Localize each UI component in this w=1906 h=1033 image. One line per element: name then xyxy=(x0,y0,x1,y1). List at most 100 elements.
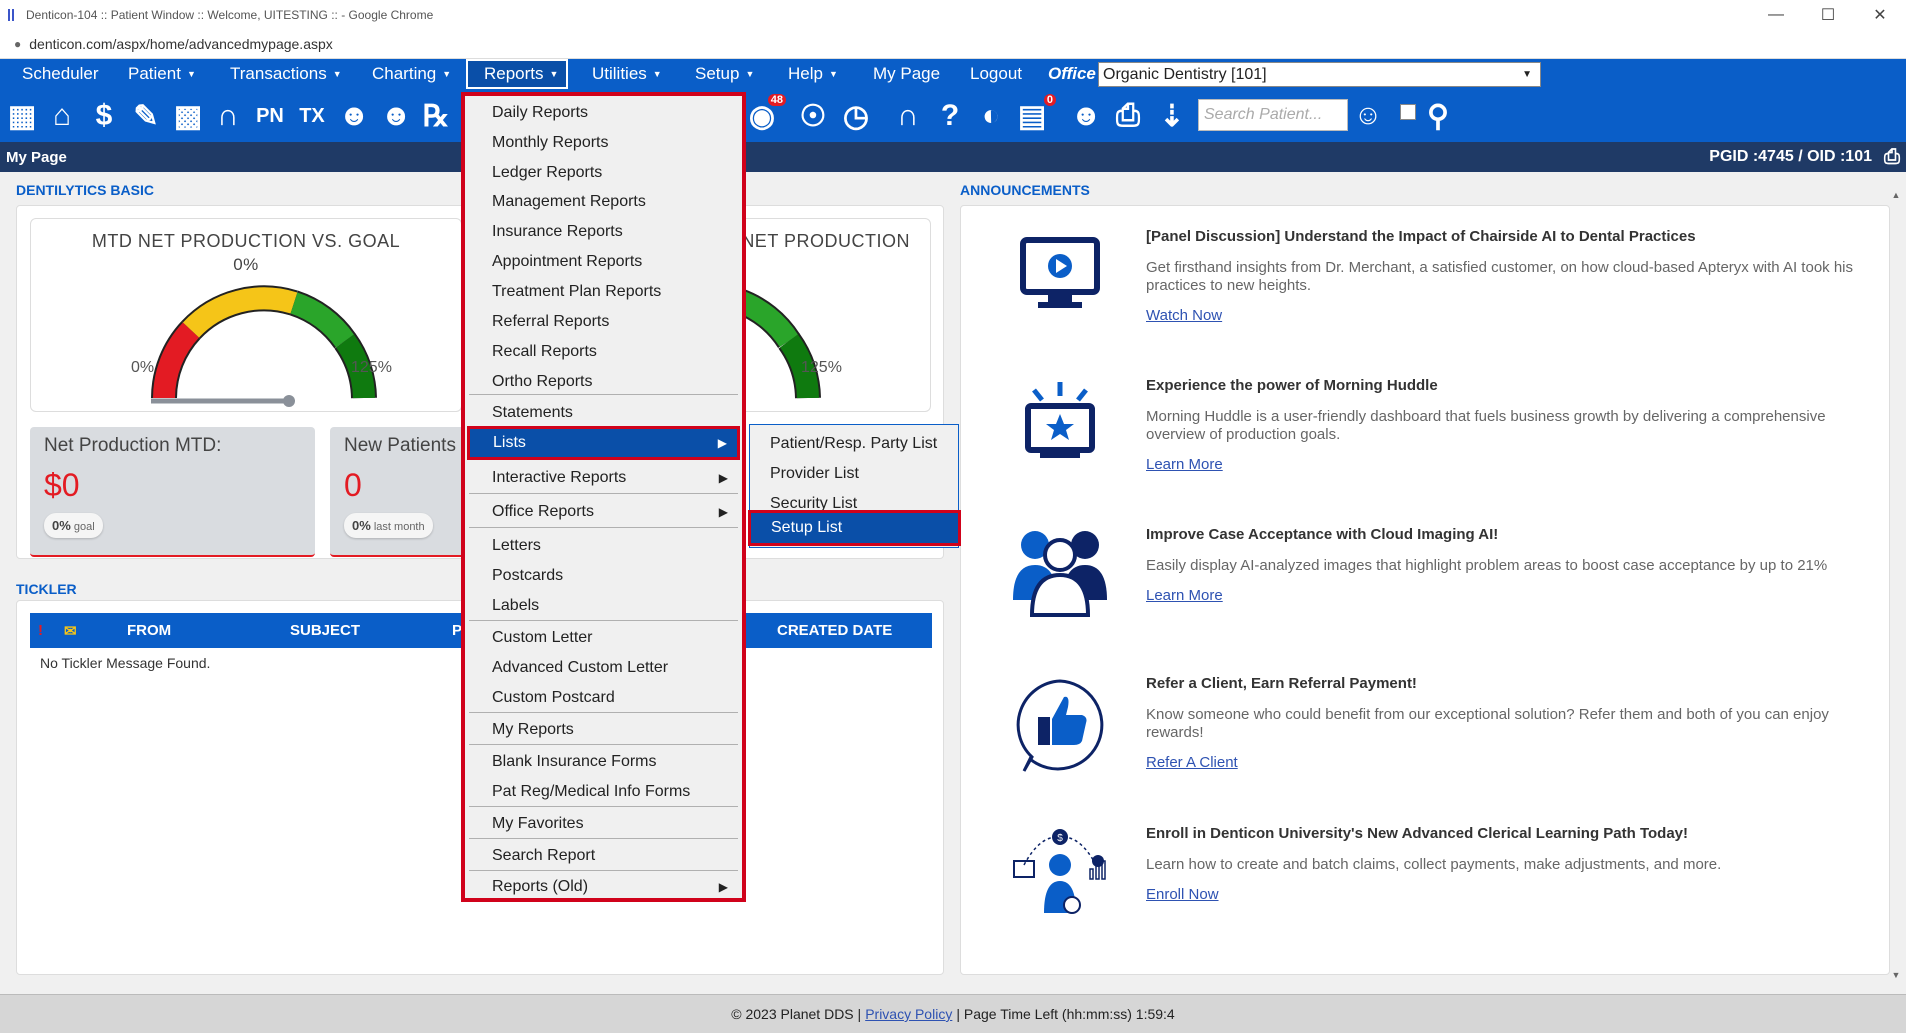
patient-search-icon[interactable]: ☺ xyxy=(1348,97,1388,133)
gauge-min: 0% xyxy=(131,359,155,376)
close-icon[interactable]: ✕ xyxy=(1854,0,1906,30)
scroll-down-icon[interactable]: ▼ xyxy=(1890,970,1902,980)
submenu-item-patient-resp-party-list[interactable]: Patient/Resp. Party List xyxy=(750,429,958,459)
search-patient-input[interactable]: Search Patient... xyxy=(1198,99,1348,131)
menu-scheduler[interactable]: Scheduler xyxy=(22,59,99,89)
menu-item-search-report[interactable]: Search Report xyxy=(469,841,738,871)
edit-icon[interactable]: ✎ xyxy=(128,98,164,134)
chevron-down-box-icon[interactable]: ⇣ xyxy=(1154,98,1190,134)
toolbar-checkbox[interactable] xyxy=(1400,104,1416,120)
menu-item-my-favorites[interactable]: My Favorites xyxy=(469,809,738,839)
add-family-icon[interactable]: ☻ xyxy=(378,98,414,134)
maximize-icon[interactable]: ☐ xyxy=(1802,0,1854,30)
menu-item-referral-reports[interactable]: Referral Reports xyxy=(469,307,738,337)
scroll-up-icon[interactable]: ▲ xyxy=(1890,190,1902,200)
menu-item-appointment-reports[interactable]: Appointment Reports xyxy=(469,247,738,277)
help-icon[interactable]: ? xyxy=(932,98,968,134)
enroll-now-link[interactable]: Enroll Now xyxy=(1146,886,1219,903)
menu-item-pat-reg-medical-info-forms[interactable]: Pat Reg/Medical Info Forms xyxy=(469,777,738,807)
scrollbar[interactable]: ▲ ▼ xyxy=(1890,190,1902,980)
col-created-date[interactable]: CREATED DATE xyxy=(777,622,892,639)
menu-item-custom-postcard[interactable]: Custom Postcard xyxy=(469,683,738,713)
menu-item-monthly-reports[interactable]: Monthly Reports xyxy=(469,128,738,158)
window-controls: — ☐ ✕ xyxy=(1750,0,1906,30)
address-bar[interactable]: ● denticon.com/aspx/home/advancedmypage.… xyxy=(0,30,1906,59)
thumbs-up-icon xyxy=(1016,679,1104,772)
advanced-search-icon[interactable]: ⚲ xyxy=(1420,98,1456,134)
menu-item-letters[interactable]: Letters xyxy=(469,531,738,561)
menu-utilities[interactable]: Utilities ▼ xyxy=(592,59,662,89)
tx-icon[interactable]: TX xyxy=(294,98,330,134)
submenu-arrow-icon: ▶ xyxy=(718,471,728,485)
users-icon[interactable]: ☻ xyxy=(1068,98,1104,134)
rx-icon[interactable]: ℞ xyxy=(418,98,454,134)
menu-item-daily-reports[interactable]: Daily Reports xyxy=(469,98,738,128)
privacy-policy-link[interactable]: Privacy Policy xyxy=(865,1006,952,1022)
browser-titlebar: Denticon-104 :: Patient Window :: Welcom… xyxy=(0,0,1906,30)
menu-item-custom-letter[interactable]: Custom Letter xyxy=(469,623,738,653)
gauge-max: 125% xyxy=(801,359,842,376)
menu-item-management-reports[interactable]: Management Reports xyxy=(469,187,738,217)
tickler-empty: No Tickler Message Found. xyxy=(40,655,211,671)
alerts-badge: 48 xyxy=(767,94,786,106)
announcement-item: Refer a Client, Earn Referral Payment! K… xyxy=(1146,675,1866,772)
menu-divider xyxy=(469,527,738,528)
menu-item-ledger-reports[interactable]: Ledger Reports xyxy=(469,158,738,188)
tooth-outline-icon[interactable]: ∩ xyxy=(890,98,926,134)
menu-item-postcards[interactable]: Postcards xyxy=(469,561,738,591)
menu-transactions[interactable]: Transactions ▼ xyxy=(230,59,342,89)
menu-my-page[interactable]: My Page xyxy=(873,59,940,89)
home-icon[interactable]: ⌂ xyxy=(44,98,80,134)
menu-divider xyxy=(469,870,738,871)
menu-item-office-reports[interactable]: Office Reports ▶ xyxy=(469,497,738,527)
pn-icon[interactable]: PN xyxy=(252,98,288,134)
menu-logout[interactable]: Logout xyxy=(970,59,1022,89)
menu-item-ortho-reports[interactable]: Ortho Reports xyxy=(469,367,738,397)
col-from[interactable]: FROM xyxy=(127,622,171,639)
quick-toolbar: ▦ ⌂ $ ✎ ▩ ∩ PN TX ☻ ☻ ℞ ◉ 48 ☉ ◷ ∩ ? ◐ ▤ 0… xyxy=(0,89,1906,142)
eclaims-icon[interactable]: ▤ 0 xyxy=(1014,94,1056,134)
menu-item-labels[interactable]: Labels xyxy=(469,591,738,621)
announcement-desc: Get firsthand insights from Dr. Merchant… xyxy=(1146,259,1853,294)
reminder-icon[interactable]: ◷ xyxy=(838,98,874,134)
support-icon[interactable]: ☉ xyxy=(795,98,831,134)
menu-patient[interactable]: Patient ▼ xyxy=(128,59,196,89)
menu-item-advanced-custom-letter[interactable]: Advanced Custom Letter xyxy=(469,653,738,683)
announcement-title: [Panel Discussion] Understand the Impact… xyxy=(1146,228,1696,245)
printer-icon[interactable]: ⎙ xyxy=(1110,98,1146,134)
menu-help[interactable]: Help ▼ xyxy=(788,59,838,89)
calendar-icon[interactable]: ▦ xyxy=(4,98,40,134)
watch-now-link[interactable]: Watch Now xyxy=(1146,307,1222,324)
menu-item-recall-reports[interactable]: Recall Reports xyxy=(469,337,738,367)
tooth-chart-icon[interactable]: ∩ xyxy=(210,98,246,134)
menu-item-treatment-plan-reports[interactable]: Treatment Plan Reports xyxy=(469,277,738,307)
video-icon xyxy=(1020,237,1100,308)
submenu-arrow-icon: ▶ xyxy=(717,436,727,450)
tooth-icon[interactable]: ▩ xyxy=(170,98,206,134)
alerts-icon[interactable]: ◉ 48 xyxy=(744,94,786,134)
print-icon[interactable]: ⎙ xyxy=(1884,146,1900,169)
menu-item-interactive-reports[interactable]: Interactive Reports ▶ xyxy=(469,463,738,493)
dollar-icon[interactable]: $ xyxy=(86,98,122,134)
col-subject[interactable]: SUBJECT xyxy=(290,622,360,639)
office-select[interactable]: Organic Dentistry [101] ▼ xyxy=(1098,62,1541,87)
window-title: Denticon-104 :: Patient Window :: Welcom… xyxy=(26,8,434,22)
submenu-item-setup-list[interactable]: Setup List xyxy=(748,510,961,546)
menu-item-statements[interactable]: Statements xyxy=(469,398,738,428)
menu-charting[interactable]: Charting ▼ xyxy=(372,59,451,89)
globe-icon[interactable]: ◐ xyxy=(973,98,1009,134)
menu-setup[interactable]: Setup ▼ xyxy=(695,59,754,89)
learn-more-link[interactable]: Learn More xyxy=(1146,456,1223,473)
menu-item-my-reports[interactable]: My Reports xyxy=(469,715,738,745)
minimize-icon[interactable]: — xyxy=(1750,0,1802,30)
learn-more-link[interactable]: Learn More xyxy=(1146,587,1223,604)
menu-item-blank-insurance-forms[interactable]: Blank Insurance Forms xyxy=(469,747,738,777)
add-patient-icon[interactable]: ☻ xyxy=(336,98,372,134)
url-text[interactable]: denticon.com/aspx/home/advancedmypage.as… xyxy=(29,36,333,52)
menu-item-insurance-reports[interactable]: Insurance Reports xyxy=(469,217,738,247)
menu-item-reports-old[interactable]: Reports (Old) ▶ xyxy=(469,872,738,902)
refer-client-link[interactable]: Refer A Client xyxy=(1146,754,1238,771)
submenu-item-provider-list[interactable]: Provider List xyxy=(750,459,958,489)
menu-reports[interactable]: Reports ▼ xyxy=(466,59,568,89)
menu-item-lists[interactable]: Lists ▶ xyxy=(467,426,740,460)
